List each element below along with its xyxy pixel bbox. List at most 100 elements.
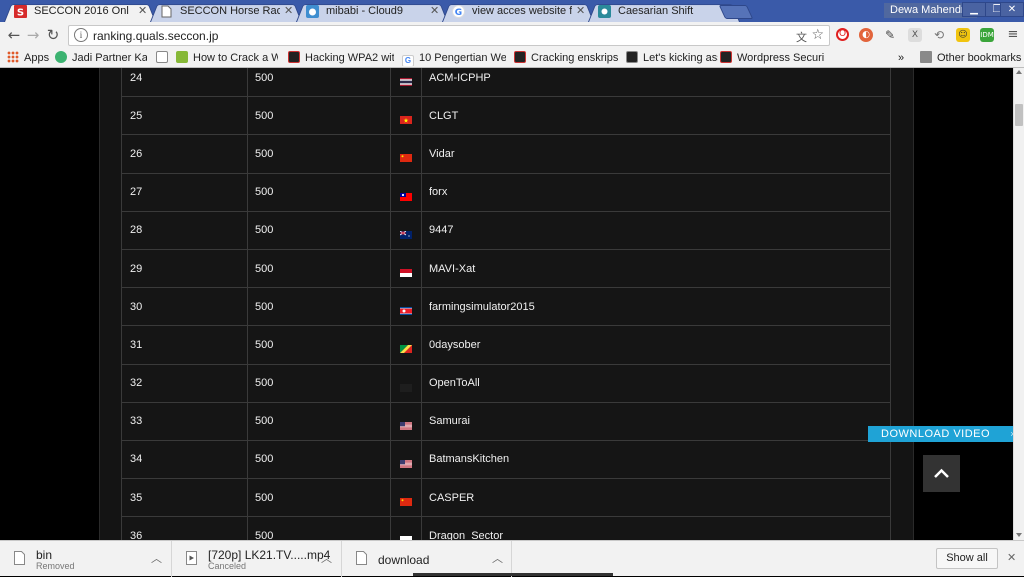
download-video-button[interactable]: DOWNLOAD VIDEO × <box>868 426 1020 442</box>
chevron-up-icon[interactable]: ︿ <box>151 550 162 566</box>
bookmark-item[interactable]: Wordpress Security <box>720 50 824 66</box>
rank-cell: 27 <box>121 172 248 212</box>
chevron-up-icon[interactable]: ︿ <box>321 550 332 566</box>
team-name-cell[interactable]: Dragon_Sector <box>421 516 891 540</box>
new-tab-button[interactable] <box>718 5 754 19</box>
hack-icon <box>176 51 188 63</box>
bookmark-item[interactable]: G 10 Pengertian Webs <box>402 50 506 66</box>
score-cell: 500 <box>247 439 391 480</box>
team-name-cell[interactable]: Vidar <box>421 134 891 174</box>
google-icon: G <box>452 5 465 18</box>
bookmark-item[interactable]: Let's kicking ass! <box>626 50 718 66</box>
address-bar[interactable]: i ranking.quals.seccon.jp 文 ☆ <box>68 25 830 46</box>
back-icon[interactable]: ← <box>5 26 23 44</box>
close-icon[interactable]: ✕ <box>1007 551 1016 564</box>
country-flag-icon <box>390 325 422 365</box>
folder-icon <box>920 51 932 63</box>
close-icon[interactable]: ✕ <box>284 4 293 17</box>
team-name-cell[interactable]: forx <box>421 172 891 212</box>
tab-seccon-horse[interactable]: SECCON Horse Racing ✕ <box>150 2 302 22</box>
scroll-to-top-button[interactable] <box>923 455 960 492</box>
bookmark-item[interactable]: Jadi Partner Kami <box>55 50 147 66</box>
team-name-cell[interactable]: 0daysober <box>421 325 891 365</box>
bookmark-item[interactable] <box>156 50 172 66</box>
close-icon[interactable]: ✕ <box>138 4 147 17</box>
eyedropper-icon[interactable]: ✎ <box>883 28 897 42</box>
team-name-cell[interactable]: MAVI-Xat <box>421 248 891 289</box>
team-name-cell[interactable]: farmingsimulator2015 <box>421 287 891 327</box>
team-name-cell[interactable]: ACM-ICPHP <box>421 68 891 98</box>
country-flag-icon <box>390 287 422 327</box>
tab-mibabi-cloud9[interactable]: mibabi - Cloud9 ✕ <box>296 2 448 22</box>
info-icon[interactable]: i <box>74 28 88 42</box>
download-name: bin <box>36 548 53 562</box>
score-cell: 500 <box>247 325 391 365</box>
reload-icon[interactable]: ↻ <box>44 26 62 44</box>
bookmark-label: Hacking WPA2 with <box>305 52 394 64</box>
download-item[interactable]: download ︿ <box>342 541 512 577</box>
score-cell: 500 <box>247 478 391 518</box>
bookmarks-overflow-button[interactable]: » <box>898 50 904 66</box>
scrollbar-thumb[interactable] <box>1015 104 1023 126</box>
apps-grid-icon <box>7 51 19 63</box>
score-cell: 500 <box>247 516 391 540</box>
bookmark-label: Let's kicking ass! <box>643 52 718 64</box>
bookmark-item[interactable]: Hacking WPA2 with <box>288 50 394 66</box>
scroll-up-icon[interactable] <box>1016 70 1022 74</box>
download-item[interactable]: bin Removed ︿ <box>0 541 172 577</box>
globe-icon <box>55 51 67 63</box>
x-extension-icon[interactable]: X <box>908 28 922 42</box>
show-all-button[interactable]: Show all <box>936 548 998 569</box>
table-row: 34 500 BatmansKitchen <box>121 439 891 480</box>
bookmark-item[interactable]: Cracking enskripsi w <box>514 50 618 66</box>
dark-icon <box>626 51 638 63</box>
dark-icon <box>720 51 732 63</box>
rank-cell: 28 <box>121 210 248 250</box>
bookmark-item[interactable]: How to Crack a Wi-F <box>176 50 278 66</box>
other-bookmarks-folder[interactable]: Other bookmarks <box>920 50 1021 66</box>
team-name-cell[interactable]: 9447 <box>421 210 891 250</box>
country-flag-icon <box>390 478 422 518</box>
seccon-logo-icon: S <box>14 5 27 18</box>
table-row: 29 500 MAVI-Xat <box>121 248 891 289</box>
tab-seccon-online[interactable]: S SECCON 2016 Online C ✕ <box>4 2 156 22</box>
url-text[interactable]: ranking.quals.seccon.jp <box>93 29 218 43</box>
team-name-cell[interactable]: CLGT <box>421 96 891 136</box>
close-icon[interactable]: ✕ <box>576 4 585 17</box>
download-item[interactable]: [720p] LK21.TV.....mp4 Canceled ︿ <box>172 541 342 577</box>
file-icon <box>14 551 25 565</box>
bookmark-label: Jadi Partner Kami <box>72 52 147 64</box>
team-name-cell[interactable]: OpenToAll <box>421 363 891 403</box>
apps-button[interactable]: Apps <box>7 50 49 66</box>
smiley-icon[interactable]: ☺ <box>956 28 970 42</box>
scroll-down-icon[interactable] <box>1016 533 1022 537</box>
idm-icon[interactable]: IDM <box>980 28 994 42</box>
history-icon[interactable]: ⟲ <box>932 28 946 42</box>
chevron-up-icon[interactable]: ︿ <box>492 550 503 566</box>
country-flag-icon <box>390 439 422 480</box>
download-status: Removed <box>36 561 75 571</box>
window-close-icon[interactable]: ✕ <box>1000 2 1024 17</box>
extension-icon[interactable]: ◐ <box>859 28 873 42</box>
team-name-cell[interactable]: BatmansKitchen <box>421 439 891 480</box>
tab-caesarian-shift[interactable]: Caesarian Shift ✕ <box>588 2 740 22</box>
rank-cell: 32 <box>121 363 248 403</box>
table-row: 25 500 CLGT <box>121 96 891 136</box>
download-name: [720p] LK21.TV.....mp4 <box>208 548 331 562</box>
bookmark-star-icon[interactable]: ☆ <box>811 27 824 43</box>
team-name-cell[interactable]: Samurai <box>421 401 891 441</box>
score-cell: 500 <box>247 287 391 327</box>
translate-icon[interactable]: 文 <box>796 29 807 45</box>
minimize-icon[interactable]: ▁ <box>962 2 986 17</box>
forward-icon[interactable]: → <box>24 26 42 44</box>
chevron-up-icon <box>934 468 949 478</box>
tab-view-access[interactable]: G view acces website fro ✕ <box>442 2 594 22</box>
opera-icon[interactable]: O <box>836 28 849 41</box>
close-icon[interactable]: ✕ <box>430 4 439 17</box>
page-scrollbar[interactable] <box>1013 68 1024 540</box>
menu-icon[interactable]: ≡ <box>1006 28 1020 42</box>
download-shelf: bin Removed ︿ [720p] LK21.TV.....mp4 Can… <box>0 540 1024 577</box>
tab-title: SECCON Horse Racing <box>180 5 280 17</box>
team-name-cell[interactable]: CASPER <box>421 478 891 518</box>
rank-cell: 36 <box>121 516 248 540</box>
